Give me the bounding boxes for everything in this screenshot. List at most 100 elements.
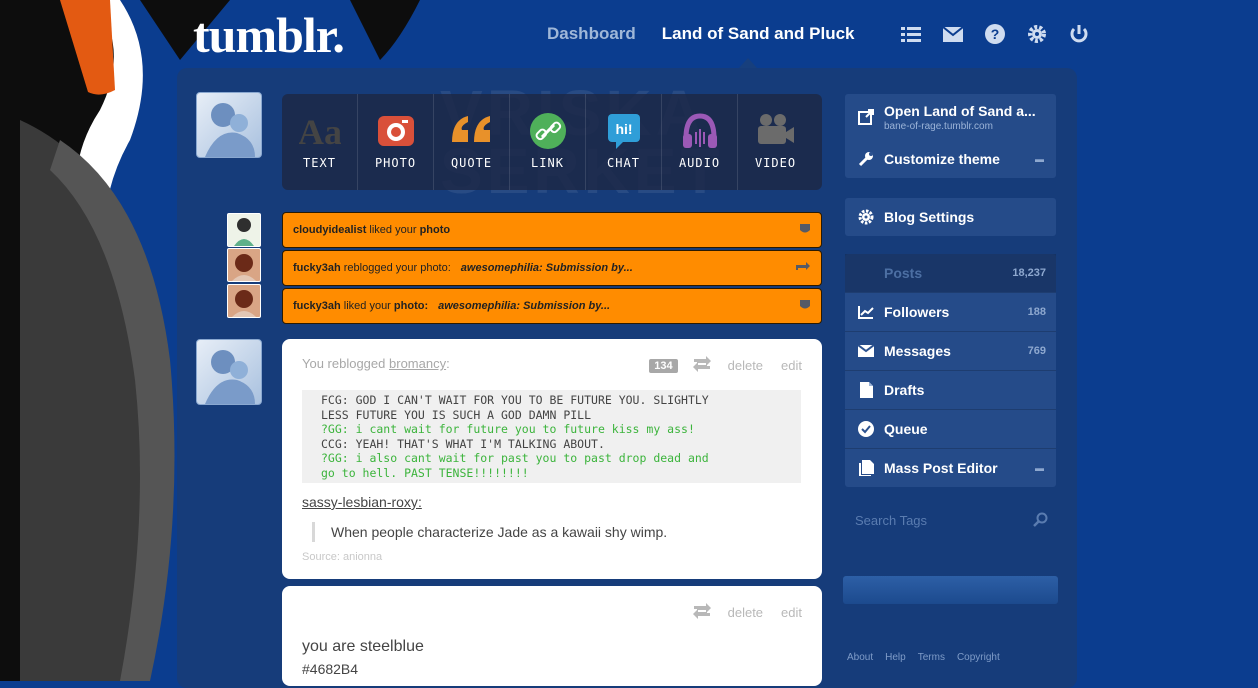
activity-object[interactable]: photo: bbox=[394, 300, 428, 312]
notes-count[interactable]: 134 bbox=[649, 358, 678, 373]
quote-icon bbox=[434, 112, 509, 150]
blog-settings-link[interactable]: Blog Settings bbox=[845, 198, 1056, 236]
top-navigation: Dashboard Land of Sand and Pluck ? bbox=[547, 22, 1090, 46]
search-icon[interactable] bbox=[1032, 512, 1048, 531]
queue-link[interactable]: Queue bbox=[845, 410, 1056, 448]
external-link-icon bbox=[857, 108, 875, 126]
gear-icon[interactable] bbox=[1026, 23, 1048, 45]
user-avatar[interactable] bbox=[196, 92, 262, 158]
messages-link[interactable]: Messages 769 bbox=[845, 332, 1056, 370]
post-hex-text: #4682B4 bbox=[302, 661, 359, 677]
activity-item[interactable]: fucky3ah liked your photo: awesomephilia… bbox=[282, 288, 822, 324]
posts-link[interactable]: Posts 18,237 bbox=[845, 254, 1056, 292]
post-type-label: QUOTE bbox=[450, 156, 493, 170]
post-text-button[interactable]: Aa TEXT bbox=[282, 94, 358, 190]
followers-link[interactable]: Followers 188 bbox=[845, 293, 1056, 331]
delete-button[interactable]: delete bbox=[728, 358, 763, 373]
dashboard-link[interactable]: Dashboard bbox=[547, 24, 636, 44]
blockquote: When people characterize Jade as a kawai… bbox=[312, 522, 667, 542]
post-type-label: VIDEO bbox=[754, 156, 797, 170]
activity-list: cloudyidealist liked your photo fucky3ah… bbox=[282, 212, 822, 326]
chat-block: FCG: GOD I CAN'T WAIT FOR YOU TO BE FUTU… bbox=[302, 390, 801, 483]
post-type-label: AUDIO bbox=[678, 156, 721, 170]
drafts-link[interactable]: Drafts bbox=[845, 371, 1056, 409]
open-blog-label: Open Land of Sand a... bbox=[884, 102, 1036, 119]
post-photo-button[interactable]: PHOTO bbox=[358, 94, 434, 190]
svg-text:?: ? bbox=[991, 26, 1000, 42]
edit-button[interactable]: edit bbox=[781, 605, 802, 620]
mail-icon[interactable] bbox=[942, 23, 964, 45]
terms-link[interactable]: Terms bbox=[918, 652, 945, 663]
activity-object[interactable]: photo bbox=[420, 224, 451, 236]
list-icon[interactable] bbox=[900, 23, 922, 45]
help-icon[interactable]: ? bbox=[984, 23, 1006, 45]
post-type-label: TEXT bbox=[303, 156, 336, 170]
source-user-link[interactable]: sassy-lesbian-roxy bbox=[302, 494, 418, 510]
wrench-icon bbox=[857, 150, 875, 168]
activity-avatar[interactable] bbox=[227, 284, 261, 318]
text-icon: Aa bbox=[282, 112, 357, 150]
headphones-icon bbox=[662, 112, 737, 150]
blog-links-group: Open Land of Sand a... bane-of-rage.tumb… bbox=[845, 94, 1056, 178]
activity-user[interactable]: fucky3ah bbox=[293, 300, 341, 312]
edit-button[interactable]: edit bbox=[781, 358, 802, 373]
reblog-icon[interactable] bbox=[692, 356, 712, 375]
post-header-prefix: You reblogged bbox=[302, 356, 386, 371]
mail-icon bbox=[857, 342, 875, 360]
post-avatar[interactable] bbox=[196, 339, 262, 405]
blog-url: bane-of-rage.tumblr.com bbox=[884, 120, 993, 132]
post-header-suffix: : bbox=[446, 356, 450, 371]
sidebar-bottom-bar bbox=[843, 576, 1058, 604]
post-type-label: CHAT bbox=[607, 156, 640, 170]
blog-settings-group: Blog Settings bbox=[845, 198, 1056, 236]
customize-theme-label: Customize theme bbox=[884, 151, 1000, 167]
activity-avatar[interactable] bbox=[227, 248, 261, 282]
documents-icon bbox=[857, 459, 875, 477]
activity-post[interactable]: awesomephilia: Submission by... bbox=[438, 300, 610, 312]
tumblr-logo[interactable]: tumblr. bbox=[193, 6, 345, 64]
footer-links: About Help Terms Copyright bbox=[847, 652, 1012, 663]
messages-count: 769 bbox=[1027, 345, 1046, 357]
post-controls: 134 delete edit bbox=[649, 356, 802, 375]
activity-avatar[interactable] bbox=[227, 213, 261, 247]
chevron-down-icon: ▬ bbox=[1035, 463, 1044, 473]
mass-post-editor-link[interactable]: Mass Post Editor ▬ bbox=[845, 449, 1056, 487]
customize-theme-link[interactable]: Customize theme ▬ bbox=[845, 140, 1056, 178]
reblog-icon[interactable] bbox=[692, 603, 712, 622]
blog-stats-group: Posts 18,237 Followers 188 Messages 769 … bbox=[845, 254, 1056, 487]
post-chat-button[interactable]: hi! CHAT bbox=[586, 94, 662, 190]
post-quote-button[interactable]: QUOTE bbox=[434, 94, 510, 190]
post-source[interactable]: Source: anionna bbox=[302, 551, 382, 563]
activity-user[interactable]: cloudyidealist bbox=[293, 224, 366, 236]
chat-line: ?GG: i cant wait for future you to futur… bbox=[321, 422, 695, 436]
document-icon bbox=[857, 381, 875, 399]
about-link[interactable]: About bbox=[847, 652, 873, 663]
activity-action: liked your bbox=[369, 224, 417, 236]
activity-user[interactable]: fucky3ah bbox=[293, 262, 341, 274]
posts-count: 18,237 bbox=[1012, 267, 1046, 279]
reblogged-from-link[interactable]: bromancy bbox=[389, 356, 446, 371]
drafts-label: Drafts bbox=[884, 382, 925, 398]
open-blog-link[interactable]: Open Land of Sand a... bane-of-rage.tumb… bbox=[845, 94, 1056, 140]
chat-line: FCG: GOD I CAN'T WAIT FOR YOU TO BE FUTU… bbox=[321, 393, 709, 407]
blog-link[interactable]: Land of Sand and Pluck bbox=[662, 24, 855, 44]
activity-item[interactable]: cloudyidealist liked your photo bbox=[282, 212, 822, 248]
post-video-button[interactable]: VIDEO bbox=[738, 94, 813, 190]
activity-post[interactable]: awesomephilia: Submission by... bbox=[461, 262, 633, 274]
link-icon bbox=[510, 112, 585, 150]
help-link[interactable]: Help bbox=[885, 652, 906, 663]
chat-line: CCG: YEAH! THAT'S WHAT I'M TALKING ABOUT… bbox=[321, 436, 605, 451]
post-type-bar: Aa TEXT PHOTO QUOTE LINK hi! CHAT AUDIO bbox=[282, 94, 822, 190]
post-link-button[interactable]: LINK bbox=[510, 94, 586, 190]
post-audio-button[interactable]: AUDIO bbox=[662, 94, 738, 190]
activity-item[interactable]: fucky3ah reblogged your photo: awesomeph… bbox=[282, 250, 822, 286]
mass-post-editor-label: Mass Post Editor bbox=[884, 460, 998, 476]
power-icon[interactable] bbox=[1068, 23, 1090, 45]
search-tags-placeholder: Search Tags bbox=[855, 512, 928, 528]
delete-button[interactable]: delete bbox=[728, 605, 763, 620]
messages-label: Messages bbox=[884, 343, 951, 359]
followers-count: 188 bbox=[1027, 306, 1046, 318]
check-icon bbox=[857, 420, 875, 438]
copyright-link[interactable]: Copyright bbox=[957, 652, 1000, 663]
search-tags-field[interactable]: Search Tags bbox=[845, 503, 1056, 537]
